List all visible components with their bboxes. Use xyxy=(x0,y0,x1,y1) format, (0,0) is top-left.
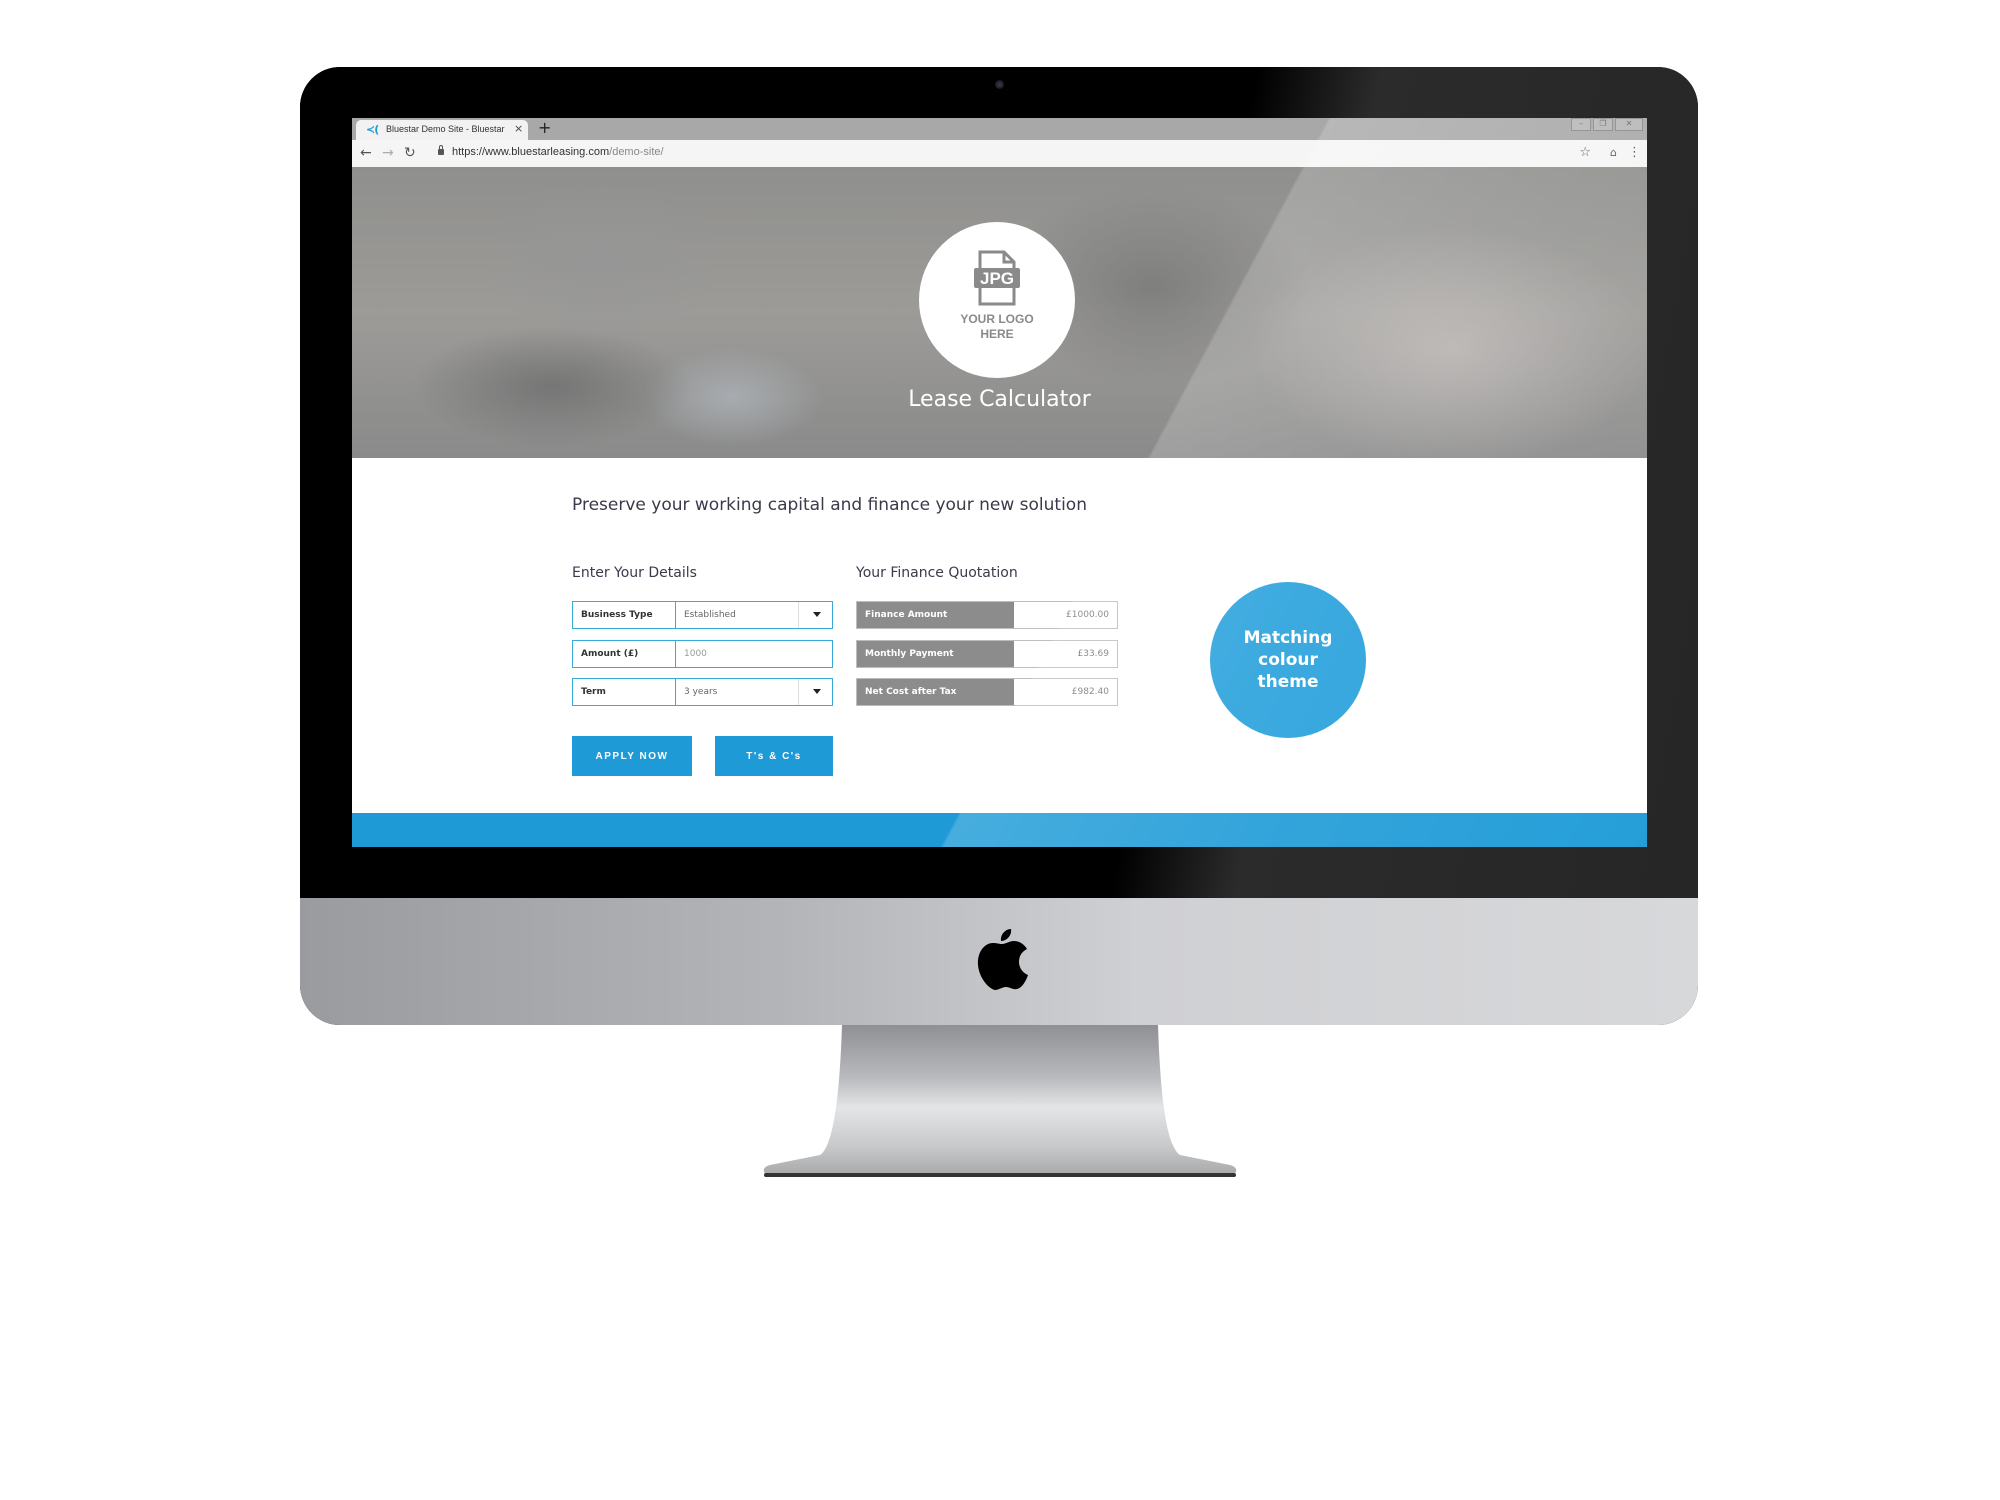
logo-placeholder: JPG YOUR LOGO HERE xyxy=(919,222,1075,378)
field-label: Term xyxy=(573,679,676,705)
incognito-icon[interactable]: ⌂ xyxy=(1610,144,1617,162)
field-value: 3 years xyxy=(684,687,718,697)
dropdown-divider xyxy=(798,602,799,628)
hero-banner: JPG YOUR LOGO HERE Lease Calculator xyxy=(352,167,1647,458)
reload-icon[interactable]: ↻ xyxy=(404,144,416,162)
headline: Preserve your working capital and financ… xyxy=(572,495,1087,515)
quote-row-monthly-payment: Monthly Payment £33.69 xyxy=(856,640,1118,668)
tab-title: Bluestar Demo Site - Bluestar xyxy=(386,124,505,134)
bookmark-star-icon[interactable]: ☆ xyxy=(1579,144,1591,162)
chevron-down-icon[interactable] xyxy=(813,689,821,694)
jpg-badge-text: JPG xyxy=(980,269,1014,288)
term-select[interactable]: Term 3 years xyxy=(572,678,833,706)
badge-text: Matching colour theme xyxy=(1243,628,1333,692)
chevron-down-icon[interactable] xyxy=(813,612,821,617)
tab-strip: ≺( Bluestar Demo Site - Bluestar × + – ❐… xyxy=(352,118,1647,140)
browser-tab[interactable]: ≺( Bluestar Demo Site - Bluestar × xyxy=(356,120,528,140)
back-arrow-icon[interactable]: ← xyxy=(360,144,372,162)
terms-button[interactable]: T's & C's xyxy=(715,736,833,776)
page-title: Lease Calculator xyxy=(908,387,1091,412)
url-domain: https://www.bluestarleasing.com xyxy=(452,146,610,158)
menu-dots-icon[interactable]: ⋮ xyxy=(1628,144,1641,162)
lock-icon xyxy=(438,145,444,155)
apply-now-button[interactable]: APPLY NOW xyxy=(572,736,692,776)
quote-row-finance-amount: Finance Amount £1000.00 xyxy=(856,601,1118,629)
quotation-heading: Your Finance Quotation xyxy=(856,565,1018,581)
browser-window: ≺( Bluestar Demo Site - Bluestar × + – ❐… xyxy=(352,118,1647,847)
minimize-icon[interactable]: – xyxy=(1571,118,1591,131)
quote-value: £33.69 xyxy=(1077,649,1110,659)
quote-value: £1000.00 xyxy=(1066,610,1109,620)
amount-input[interactable]: Amount (£) 1000 xyxy=(572,640,833,668)
colour-theme-badge: Matching colour theme xyxy=(1210,582,1366,738)
quote-label: Net Cost after Tax xyxy=(857,679,1014,705)
field-value: Established xyxy=(684,610,736,620)
details-heading: Enter Your Details xyxy=(572,565,697,581)
business-type-select[interactable]: Business Type Established xyxy=(572,601,833,629)
quote-label: Finance Amount xyxy=(857,602,1014,628)
logo-text-line1: YOUR LOGO xyxy=(960,312,1034,326)
dropdown-divider xyxy=(798,679,799,705)
forward-arrow-icon[interactable]: → xyxy=(382,144,394,162)
field-label: Amount (£) xyxy=(573,641,676,667)
monitor-stand xyxy=(763,1025,1237,1177)
footer-bar xyxy=(352,813,1647,847)
bluestar-favicon-icon: ≺( xyxy=(366,123,379,136)
restore-icon[interactable]: ❐ xyxy=(1593,118,1613,131)
quote-label: Monthly Payment xyxy=(857,641,1014,667)
close-window-icon[interactable]: ✕ xyxy=(1615,118,1643,131)
logo-placeholder-text: YOUR LOGO HERE xyxy=(919,312,1075,342)
field-label: Business Type xyxy=(573,602,676,628)
jpg-file-icon: JPG xyxy=(974,250,1020,306)
url-input[interactable]: https://www.bluestarleasing.com/demo-sit… xyxy=(452,146,664,158)
close-tab-icon[interactable]: × xyxy=(514,122,523,135)
amount-placeholder: 1000 xyxy=(684,649,707,659)
camera-icon xyxy=(995,80,1004,89)
url-path: /demo-site/ xyxy=(609,146,664,158)
new-tab-button[interactable]: + xyxy=(538,118,551,138)
quote-value: £982.40 xyxy=(1071,687,1109,697)
quote-row-net-cost: Net Cost after Tax £982.40 xyxy=(856,678,1118,706)
window-controls: – ❐ ✕ xyxy=(1571,118,1643,131)
logo-text-line2: HERE xyxy=(980,327,1014,341)
address-bar-row: ← → ↻ https://www.bluestarleasing.com/de… xyxy=(352,140,1647,168)
apple-logo-icon xyxy=(977,929,1028,990)
